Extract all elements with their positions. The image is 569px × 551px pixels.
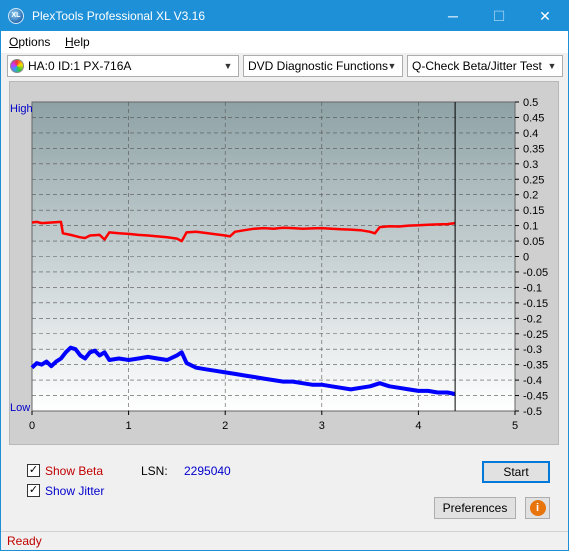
y-tick-label: 0.5 xyxy=(523,97,538,109)
lsn-value: 2295040 xyxy=(184,464,231,478)
y-axis-ticks: 0.5 0.45 0.4 0.35 0.3 0.25 0.2 0.15 0.1 0.05 0 -0.0… xyxy=(515,97,548,418)
menu-bar: Options Help xyxy=(1,31,568,53)
show-beta-checkbox[interactable]: ✓ xyxy=(27,464,40,477)
maximize-button[interactable]: ☐ xyxy=(476,1,522,31)
info-button[interactable]: i xyxy=(525,497,550,519)
menu-options[interactable]: Options xyxy=(9,35,50,49)
low-label: Low xyxy=(10,402,30,414)
disc-icon xyxy=(10,59,24,73)
options-panel: ✓ Show Beta ✓ Show Jitter LSN: 2295040 S… xyxy=(9,451,559,529)
toolbar: HA:0 ID:1 PX-716A ▼ DVD Diagnostic Funct… xyxy=(1,53,568,79)
beta-jitter-chart: 0.5 0.45 0.4 0.35 0.3 0.25 0.2 0.15 0.1 0.05 0 -0.0… xyxy=(10,97,548,432)
chart-panel: 0.5 0.45 0.4 0.35 0.3 0.25 0.2 0.15 0.1 0.05 0 -0.0… xyxy=(9,81,559,445)
y-tick-label: -0.1 xyxy=(523,282,542,294)
chevron-down-icon: ▼ xyxy=(223,61,233,71)
info-icon: i xyxy=(529,500,546,516)
y-tick-label: 0.35 xyxy=(523,143,544,155)
y-tick-label: -0.25 xyxy=(523,329,548,341)
y-tick-label: 0 xyxy=(523,252,529,264)
menu-help-rest: elp xyxy=(73,35,90,49)
x-tick-label: 5 xyxy=(512,420,518,432)
test-select-value: Q-Check Beta/Jitter Test xyxy=(412,59,542,73)
drive-select[interactable]: HA:0 ID:1 PX-716A ▼ xyxy=(7,55,239,77)
y-tick-label: 0.2 xyxy=(523,190,538,202)
x-tick-label: 2 xyxy=(222,420,228,432)
y-tick-label: 0.25 xyxy=(523,174,544,186)
y-tick-label: 0.1 xyxy=(523,221,538,233)
function-select-value: DVD Diagnostic Functions xyxy=(248,59,389,73)
show-beta-label[interactable]: Show Beta xyxy=(45,464,103,478)
y-tick-label: -0.2 xyxy=(523,313,542,325)
y-tick-label: -0.4 xyxy=(523,375,542,387)
menu-options-accel: O xyxy=(9,35,19,49)
y-tick-label: 0.45 xyxy=(523,112,544,124)
y-tick-label: -0.05 xyxy=(523,267,548,279)
preferences-button[interactable]: Preferences xyxy=(434,497,516,519)
y-tick-label: 0.15 xyxy=(523,205,544,217)
minimize-button[interactable]: ─ xyxy=(430,1,476,31)
chevron-down-icon: ▼ xyxy=(547,61,557,71)
show-jitter-checkbox[interactable]: ✓ xyxy=(27,484,40,497)
main-window: XL PlexTools Professional XL V3.16 ─ ☐ ✕… xyxy=(0,0,569,551)
high-label: High xyxy=(10,103,33,115)
test-select[interactable]: Q-Check Beta/Jitter Test ▼ xyxy=(407,55,563,77)
y-tick-label: -0.3 xyxy=(523,344,542,356)
x-tick-label: 0 xyxy=(29,420,35,432)
drive-select-value: HA:0 ID:1 PX-716A xyxy=(28,59,132,73)
start-button[interactable]: Start xyxy=(482,461,550,483)
close-button[interactable]: ✕ xyxy=(522,1,568,31)
y-tick-label: -0.35 xyxy=(523,360,548,372)
chevron-down-icon: ▼ xyxy=(387,61,397,71)
menu-help-accel: H xyxy=(65,35,74,49)
y-tick-label: 0.05 xyxy=(523,236,544,248)
show-jitter-label[interactable]: Show Jitter xyxy=(45,484,104,498)
menu-help[interactable]: Help xyxy=(65,35,90,49)
plextools-logo-icon: XL xyxy=(8,8,24,24)
x-tick-label: 4 xyxy=(415,420,421,432)
status-bar: Ready xyxy=(1,531,568,550)
lsn-label: LSN: xyxy=(141,464,168,478)
y-tick-label: -0.15 xyxy=(523,298,548,310)
y-tick-label: 0.4 xyxy=(523,128,538,140)
y-tick-label: 0.3 xyxy=(523,159,538,171)
status-text: Ready xyxy=(7,534,42,548)
function-select[interactable]: DVD Diagnostic Functions ▼ xyxy=(243,55,403,77)
x-tick-label: 3 xyxy=(319,420,325,432)
x-axis-ticks: 0 1 2 3 4 5 xyxy=(29,411,518,432)
y-tick-label: -0.5 xyxy=(523,406,542,418)
menu-options-rest: ptions xyxy=(18,35,51,49)
title-bar[interactable]: XL PlexTools Professional XL V3.16 ─ ☐ ✕ xyxy=(1,1,568,31)
window-title: PlexTools Professional XL V3.16 xyxy=(32,9,205,23)
x-tick-label: 1 xyxy=(126,420,132,432)
y-tick-label: -0.45 xyxy=(523,391,548,403)
